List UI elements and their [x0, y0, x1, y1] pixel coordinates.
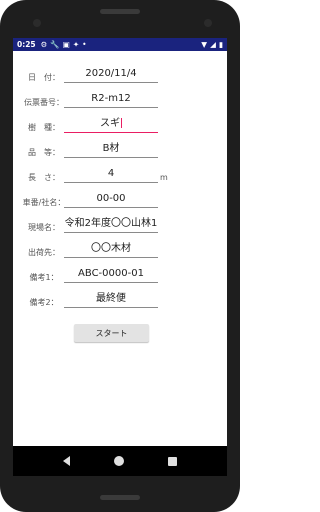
species-value: スギ: [100, 118, 120, 129]
status-time: 0:25: [17, 40, 36, 49]
signal-icon: ◢: [210, 40, 216, 49]
text-cursor: [121, 118, 122, 128]
vehicle-field[interactable]: 00-00: [64, 191, 158, 208]
bottom-speaker: [100, 495, 140, 500]
gear-icon: ⚙: [40, 40, 48, 49]
length-row: 長 さ： 4 m: [13, 166, 227, 190]
vehicle-label: 車番/社名：: [22, 198, 66, 207]
wifi-icon: ▼: [201, 40, 208, 49]
image-icon: ▣: [62, 40, 70, 49]
phone-frame: 0:25 ⚙ 🔧 ▣ ✦ • ▼ ◢ ▮ 日 付： 2020/11/4 伝票番号…: [0, 0, 240, 512]
app-screen: 0:25 ⚙ 🔧 ▣ ✦ • ▼ ◢ ▮ 日 付： 2020/11/4 伝票番号…: [13, 38, 227, 476]
slip-row: 伝票番号： R2-m12: [13, 91, 227, 115]
vehicle-row: 車番/社名： 00-00: [13, 191, 227, 215]
note2-field[interactable]: 最終便: [64, 291, 158, 308]
note2-row: 備考2： 最終便: [13, 291, 227, 315]
length-field[interactable]: 4: [64, 166, 158, 183]
site-row: 現場名： 令和2年度〇〇山林1: [13, 216, 227, 240]
date-label: 日 付：: [28, 73, 60, 82]
dot-icon: •: [82, 40, 87, 49]
destination-label: 出荷先：: [28, 248, 60, 257]
grade-field[interactable]: B材: [64, 141, 158, 158]
destination-field[interactable]: 〇〇木材: [64, 241, 158, 258]
battery-icon: ▮: [218, 40, 223, 49]
species-field[interactable]: スギ: [64, 116, 158, 133]
slip-number-label: 伝票番号：: [24, 98, 64, 107]
length-unit: m: [160, 173, 168, 182]
date-row: 日 付： 2020/11/4: [13, 66, 227, 90]
grade-row: 品 等： B材: [13, 141, 227, 165]
note2-label: 備考2：: [29, 298, 59, 307]
home-icon[interactable]: [114, 456, 124, 466]
front-camera: [33, 19, 41, 27]
note1-field[interactable]: ABC-0000-01: [64, 266, 158, 283]
length-label: 長 さ：: [28, 173, 60, 182]
date-field[interactable]: 2020/11/4: [64, 66, 158, 83]
note1-row: 備考1： ABC-0000-01: [13, 266, 227, 290]
site-label: 現場名：: [28, 223, 60, 232]
species-row: 樹 種： スギ: [13, 116, 227, 140]
start-button[interactable]: スタート: [74, 324, 149, 342]
destination-row: 出荷先： 〇〇木材: [13, 241, 227, 265]
note1-label: 備考1：: [29, 273, 59, 282]
species-label: 樹 種：: [28, 123, 60, 132]
speaker-grille: [100, 9, 140, 14]
star-icon: ✦: [72, 40, 80, 49]
site-field[interactable]: 令和2年度〇〇山林1: [64, 216, 158, 233]
navigation-bar: [13, 446, 227, 476]
wrench-icon: 🔧: [50, 40, 60, 49]
proximity-sensor: [204, 19, 212, 27]
recent-apps-icon[interactable]: [168, 456, 177, 466]
slip-number-field[interactable]: R2-m12: [64, 91, 158, 108]
back-icon[interactable]: [63, 456, 70, 466]
status-bar: 0:25 ⚙ 🔧 ▣ ✦ • ▼ ◢ ▮: [13, 38, 227, 51]
grade-label: 品 等：: [28, 148, 60, 157]
